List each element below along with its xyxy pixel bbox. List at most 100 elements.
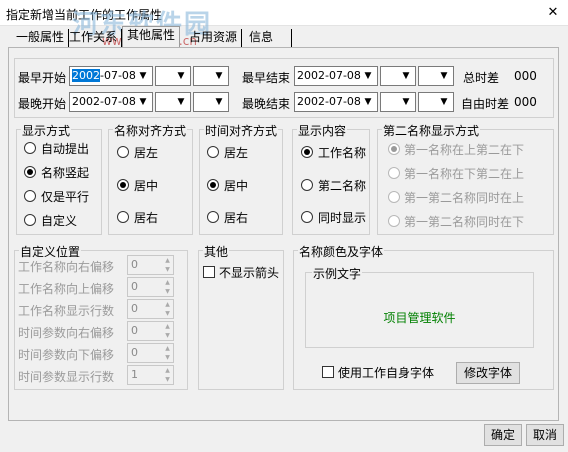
- content-work-name-label: 工作名称: [318, 146, 367, 160]
- second-mode-3-label: 第一第二名称同时在上: [404, 191, 525, 205]
- spin-down-icon[interactable]: ▼: [162, 265, 173, 274]
- time-right-offset-spinner[interactable]: 0 ▲ ▼: [127, 321, 174, 341]
- earliest-end-hour-select[interactable]: ▼: [380, 66, 416, 86]
- earliest-start-label: 最早开始: [18, 71, 67, 85]
- chevron-down-icon[interactable]: ▼: [135, 94, 151, 110]
- name-align-right-radio[interactable]: [117, 211, 129, 223]
- time-align-right-label: 居右: [224, 211, 249, 225]
- chevron-down-icon[interactable]: ▼: [211, 94, 227, 110]
- chevron-down-icon[interactable]: ▼: [398, 68, 414, 84]
- display-mode-title: 显示方式: [21, 122, 72, 139]
- spin-up-icon[interactable]: ▲: [162, 256, 173, 265]
- name-align-center-label: 居中: [134, 179, 159, 193]
- chevron-down-icon[interactable]: ▼: [398, 94, 414, 110]
- earliest-end-date-picker[interactable]: 2002-07-08 ▼: [294, 66, 378, 86]
- spin-down-icon[interactable]: ▼: [162, 331, 173, 340]
- chevron-down-icon[interactable]: ▼: [173, 94, 189, 110]
- time-down-offset-spinner[interactable]: 0 ▲ ▼: [127, 343, 174, 363]
- latest-end-date-picker[interactable]: 2002-07-08 ▼: [294, 92, 378, 112]
- spin-up-icon[interactable]: ▲: [162, 366, 173, 375]
- spin-up-icon[interactable]: ▲: [162, 278, 173, 287]
- spin-down-icon[interactable]: ▼: [162, 309, 173, 318]
- spin-down-icon[interactable]: ▼: [162, 287, 173, 296]
- content-work-name-radio[interactable]: [301, 146, 313, 158]
- time-align-left-label: 居左: [224, 146, 249, 160]
- modify-font-button[interactable]: 修改字体: [456, 362, 520, 384]
- chevron-down-icon[interactable]: ▼: [436, 68, 452, 84]
- sample-text: 项目管理软件: [383, 311, 456, 325]
- tab-other-attributes[interactable]: 其他属性: [122, 26, 181, 48]
- earliest-end-label: 最早结束: [242, 71, 291, 85]
- latest-end-hour-select[interactable]: ▼: [380, 92, 416, 112]
- name-rows-label: 工作名称显示行数: [18, 304, 115, 318]
- display-mode-auto-label: 自动提出: [41, 142, 90, 156]
- time-align-left-radio[interactable]: [207, 146, 219, 158]
- latest-start-label: 最晚开始: [18, 97, 67, 111]
- display-mode-auto-radio[interactable]: [24, 142, 36, 154]
- content-both-label: 同时显示: [318, 211, 367, 225]
- use-own-font-label: 使用工作自身字体: [338, 366, 435, 380]
- chevron-down-icon[interactable]: ▼: [135, 68, 151, 84]
- spin-up-icon[interactable]: ▲: [162, 344, 173, 353]
- name-align-center-radio[interactable]: [117, 179, 129, 191]
- earliest-start-minute-select[interactable]: ▼: [193, 66, 229, 86]
- ok-button[interactable]: 确定: [484, 424, 522, 446]
- tab-general[interactable]: 一般属性: [12, 29, 70, 48]
- name-right-offset-spinner[interactable]: 0 ▲ ▼: [127, 255, 174, 275]
- close-button[interactable]: ✕: [538, 0, 568, 26]
- second-mode-1-radio[interactable]: [388, 143, 400, 155]
- latest-start-minute-select[interactable]: ▼: [193, 92, 229, 112]
- chevron-down-icon[interactable]: ▼: [436, 94, 452, 110]
- name-right-offset-label: 工作名称向右偏移: [18, 260, 115, 274]
- use-own-font-checkbox[interactable]: [322, 366, 334, 378]
- earliest-start-hour-select[interactable]: ▼: [155, 66, 191, 86]
- latest-start-date-picker[interactable]: 2002-07-08 ▼: [69, 92, 153, 112]
- other-title: 其他: [203, 243, 230, 260]
- chevron-down-icon[interactable]: ▼: [173, 68, 189, 84]
- second-mode-4-radio[interactable]: [388, 215, 400, 227]
- cancel-button[interactable]: 取消: [526, 424, 564, 446]
- second-mode-2-radio[interactable]: [388, 167, 400, 179]
- free-float-value: 000: [514, 95, 537, 109]
- total-float-label: 总时差: [463, 71, 500, 85]
- display-mode-custom-label: 自定义: [41, 214, 78, 228]
- sample-text-box: 示例文字 项目管理软件: [305, 265, 534, 348]
- second-mode-2-label: 第一名称在下第二在上: [404, 167, 525, 181]
- time-align-right-radio[interactable]: [207, 211, 219, 223]
- content-second-name-label: 第二名称: [318, 179, 367, 193]
- time-align-center-radio[interactable]: [207, 179, 219, 191]
- time-rows-spinner[interactable]: 1 ▲ ▼: [127, 365, 174, 385]
- chevron-down-icon[interactable]: ▼: [360, 68, 376, 84]
- display-mode-vertical-radio[interactable]: [24, 166, 36, 178]
- chevron-down-icon[interactable]: ▼: [211, 68, 227, 84]
- content-both-radio[interactable]: [301, 211, 313, 223]
- earliest-start-date-picker[interactable]: 2002-07-08 ▼: [69, 66, 153, 86]
- name-rows-spinner[interactable]: 0 ▲ ▼: [127, 299, 174, 319]
- chevron-down-icon[interactable]: ▼: [360, 94, 376, 110]
- sample-title: 示例文字: [312, 265, 363, 282]
- tab-info[interactable]: 信息: [245, 29, 292, 48]
- spin-down-icon[interactable]: ▼: [162, 375, 173, 384]
- latest-end-minute-select[interactable]: ▼: [418, 92, 454, 112]
- second-mode-4-label: 第一第二名称同时在下: [404, 215, 525, 229]
- name-align-left-label: 居左: [134, 146, 159, 160]
- display-mode-parallel-label: 仅是平行: [41, 190, 90, 204]
- name-font-title: 名称颜色及字体: [298, 243, 385, 260]
- content-second-name-radio[interactable]: [301, 179, 313, 191]
- display-mode-parallel-radio[interactable]: [24, 190, 36, 202]
- time-align-title: 时间对齐方式: [204, 122, 279, 139]
- display-mode-custom-radio[interactable]: [24, 214, 36, 226]
- spin-down-icon[interactable]: ▼: [162, 353, 173, 362]
- spin-up-icon[interactable]: ▲: [162, 300, 173, 309]
- second-mode-3-radio[interactable]: [388, 191, 400, 203]
- tab-relations[interactable]: 工作关系: [65, 29, 123, 48]
- earliest-end-minute-select[interactable]: ▼: [418, 66, 454, 86]
- no-arrow-checkbox[interactable]: [203, 266, 215, 278]
- tab-resources[interactable]: 占用资源: [185, 29, 243, 48]
- spin-up-icon[interactable]: ▲: [162, 322, 173, 331]
- name-up-offset-spinner[interactable]: 0 ▲ ▼: [127, 277, 174, 297]
- no-arrow-label: 不显示箭头: [219, 266, 280, 280]
- name-align-left-radio[interactable]: [117, 146, 129, 158]
- latest-start-hour-select[interactable]: ▼: [155, 92, 191, 112]
- name-up-offset-label: 工作名称向上偏移: [18, 282, 115, 296]
